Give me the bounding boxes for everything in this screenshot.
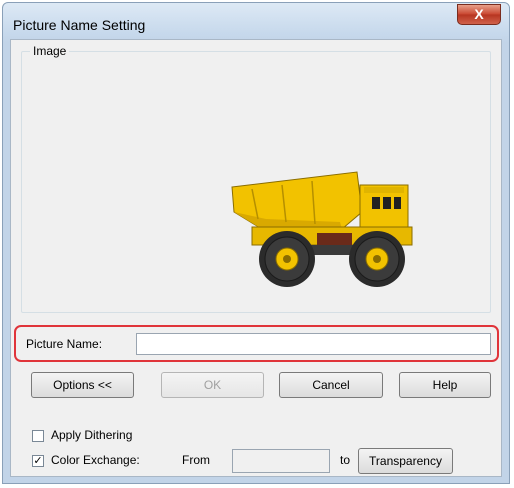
dump-truck-image bbox=[231, 171, 413, 287]
from-color-field[interactable] bbox=[232, 449, 330, 473]
dialog-title: Picture Name Setting bbox=[13, 17, 146, 33]
picture-name-input[interactable] bbox=[136, 333, 491, 355]
cancel-button[interactable]: Cancel bbox=[279, 372, 383, 398]
dialog-window: Picture Name Setting X Image Picture Nam… bbox=[2, 2, 510, 484]
help-button[interactable]: Help bbox=[399, 372, 491, 398]
color-exchange-label: Color Exchange: bbox=[51, 453, 140, 467]
dialog-body: Image Picture Name: Options << OK Cancel… bbox=[10, 39, 502, 477]
apply-dithering-label: Apply Dithering bbox=[51, 428, 133, 442]
ok-button[interactable]: OK bbox=[161, 372, 264, 398]
checkmark-icon: ✓ bbox=[33, 455, 43, 467]
close-icon: X bbox=[474, 6, 484, 22]
close-button[interactable]: X bbox=[457, 4, 501, 25]
color-exchange-checkbox[interactable]: ✓ bbox=[32, 455, 44, 467]
from-label: From bbox=[182, 453, 210, 467]
picture-name-label: Picture Name: bbox=[26, 337, 103, 351]
apply-dithering-checkbox[interactable] bbox=[32, 430, 44, 442]
transparency-button[interactable]: Transparency bbox=[358, 448, 453, 474]
title-bar[interactable]: Picture Name Setting X bbox=[3, 3, 509, 39]
to-label: to bbox=[340, 453, 351, 467]
options-button[interactable]: Options << bbox=[31, 372, 134, 398]
picture-preview bbox=[222, 167, 422, 297]
image-group-label: Image bbox=[30, 44, 70, 58]
image-groupbox: Image bbox=[21, 44, 491, 313]
